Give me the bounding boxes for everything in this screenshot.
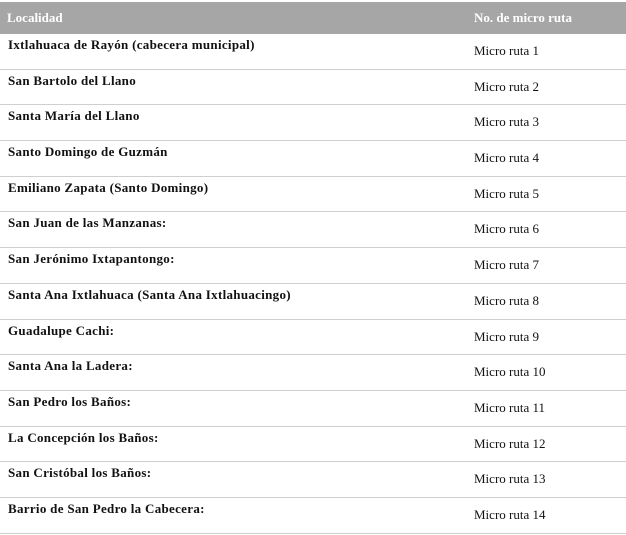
localidad-cell: San Bartolo del Llano — [8, 72, 137, 88]
table-row: Santo Domingo de Guzmán Micro ruta 4 — [0, 141, 626, 177]
header-micro-ruta: No. de micro ruta — [474, 10, 572, 25]
micro-ruta-cell: Micro ruta 8 — [474, 292, 539, 308]
localidad-cell: Emiliano Zapata (Santo Domingo) — [8, 179, 209, 195]
table-body: Ixtlahuaca de Rayón (cabecera municipal)… — [0, 34, 626, 534]
table-row: San Bartolo del Llano Micro ruta 2 — [0, 70, 626, 106]
micro-ruta-cell: Micro ruta 10 — [474, 364, 546, 380]
micro-ruta-cell: Micro ruta 9 — [474, 328, 539, 344]
table-row: Santa Ana Ixtlahuaca (Santa Ana Ixtlahua… — [0, 284, 626, 320]
micro-ruta-cell: Micro ruta 14 — [474, 506, 546, 522]
table-row: San Jerónimo Ixtapantongo: Micro ruta 7 — [0, 248, 626, 284]
localidad-cell: Ixtlahuaca de Rayón (cabecera municipal) — [8, 37, 255, 52]
localidad-cell: Santo Domingo de Guzmán — [8, 144, 168, 160]
table-row: Ixtlahuaca de Rayón (cabecera municipal)… — [0, 34, 626, 70]
table-header: Localidad No. de micro ruta — [0, 2, 626, 34]
micro-ruta-cell: Micro ruta 11 — [474, 399, 545, 415]
localidad-cell: Santa Ana Ixtlahuaca (Santa Ana Ixtlahua… — [8, 286, 291, 302]
table-row: San Juan de las Manzanas: Micro ruta 6 — [0, 212, 626, 249]
table-row: Barrio de San Pedro la Cabecera: Micro ru… — [0, 498, 626, 534]
localidad-cell: San Pedro los Baños: — [8, 393, 132, 409]
header-localidad: Localidad — [7, 10, 63, 25]
localidad-cell: Santa Ana la Ladera: — [8, 358, 133, 374]
localidad-cell: Guadalupe Cachi: — [8, 322, 115, 338]
micro-ruta-cell: Micro ruta 7 — [474, 257, 539, 273]
micro-ruta-cell: Micro ruta 3 — [474, 114, 539, 130]
localidad-cell: Santa María del Llano — [8, 108, 140, 124]
micro-ruta-cell: Micro ruta 2 — [474, 78, 539, 94]
localidad-cell: San Juan de las Manzanas: — [8, 215, 167, 231]
table-row: San Cristóbal los Baños: Micro ruta 13 — [0, 462, 626, 498]
micro-ruta-cell: Micro ruta 12 — [474, 435, 546, 451]
table-row: Santa Ana la Ladera: Micro ruta 10 — [0, 355, 626, 391]
micro-route-table: Localidad No. de micro ruta Ixtlahuaca d… — [0, 2, 626, 534]
localidad-cell: San Cristóbal los Baños: — [8, 465, 152, 481]
localidad-cell: San Jerónimo Ixtapantongo: — [8, 251, 175, 267]
table-row: Emiliano Zapata (Santo Domingo) Micro rut… — [0, 177, 626, 213]
table-row: San Pedro los Baños: Micro ruta 11 — [0, 391, 626, 427]
micro-ruta-cell: Micro ruta 13 — [474, 471, 546, 487]
micro-ruta-cell: Micro ruta 5 — [474, 185, 539, 201]
localidad-cell: La Concepción los Baños: — [8, 429, 159, 445]
table-row: La Concepción los Baños: Micro ruta 12 — [0, 427, 626, 463]
localidad-cell: Barrio de San Pedro la Cabecera: — [8, 500, 205, 516]
micro-ruta-cell: Micro ruta 4 — [474, 150, 539, 166]
table-row: Guadalupe Cachi: Micro ruta 9 — [0, 320, 626, 356]
micro-ruta-cell: Micro ruta 6 — [474, 221, 539, 237]
table-row: Santa María del Llano Micro ruta 3 — [0, 105, 626, 142]
micro-ruta-cell: Micro ruta 1 — [474, 43, 539, 58]
